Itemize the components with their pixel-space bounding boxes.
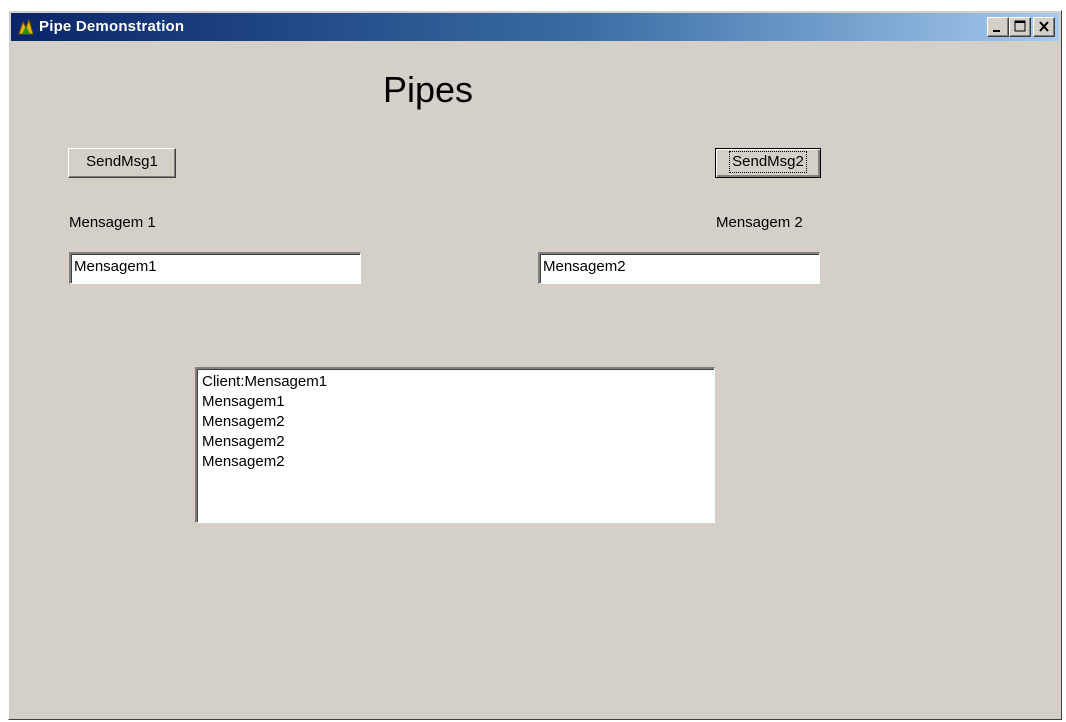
- send-msg2-button[interactable]: SendMsg2: [715, 148, 821, 178]
- maximize-button[interactable]: [1009, 17, 1031, 37]
- app-icon[interactable]: [17, 18, 35, 36]
- log-line: Mensagem1: [202, 393, 285, 410]
- log-line: Mensagem2: [202, 453, 285, 470]
- send-msg1-button[interactable]: SendMsg1: [68, 148, 176, 178]
- message-1-label: Mensagem 1: [69, 214, 156, 231]
- log-line: Client:Mensagem1: [202, 373, 328, 390]
- window-title: Pipe Demonstration: [39, 18, 185, 35]
- close-icon: [1039, 21, 1049, 32]
- close-button[interactable]: [1033, 17, 1055, 37]
- title-bar[interactable]: Pipe Demonstration: [11, 13, 1059, 41]
- page-title: Pipes: [383, 69, 474, 110]
- log-line: Mensagem2: [202, 433, 285, 450]
- minimize-button[interactable]: [987, 17, 1009, 37]
- app-window: Pipe Demonstration Pipes SendMsg1 SendMs…: [8, 10, 1062, 720]
- send-msg2-label: SendMsg2: [729, 151, 807, 173]
- message-log[interactable]: Client:Mensagem1 Mensagem1 Mensagem2 Men…: [195, 367, 715, 523]
- maximize-icon: [1014, 20, 1026, 32]
- message-1-input[interactable]: Mensagem1: [69, 252, 361, 284]
- minimize-icon: [993, 30, 1000, 32]
- log-line: Mensagem2: [202, 413, 285, 430]
- message-2-label: Mensagem 2: [716, 214, 803, 231]
- message-2-input[interactable]: Mensagem2: [538, 252, 820, 284]
